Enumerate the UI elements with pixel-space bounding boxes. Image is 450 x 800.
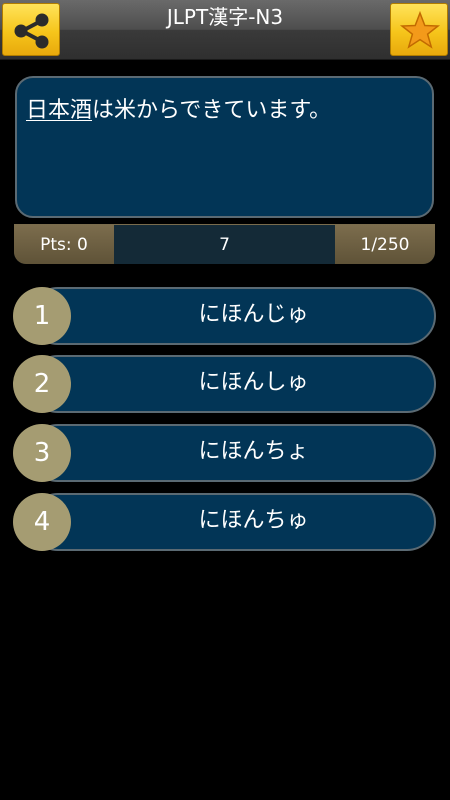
question-sentence: 日本酒は米からできています。 [26, 96, 331, 126]
current-count: 7 [114, 225, 335, 264]
answer-number: 2 [13, 355, 71, 413]
star-icon [399, 10, 441, 49]
answer-text: にほんちょ [198, 439, 309, 464]
answer-option-1[interactable]: 1 にほんじゅ [13, 287, 436, 345]
progress-label: 1/250 [335, 225, 435, 264]
answer-option-3[interactable]: 3 にほんちょ [13, 424, 436, 482]
answer-number: 1 [13, 287, 71, 345]
points-label: Pts: 0 [14, 225, 114, 264]
app-header: JLPT漢字-N3 [0, 0, 450, 60]
status-bar: Pts: 0 7 1/250 [14, 224, 435, 264]
share-icon [14, 13, 49, 49]
answer-text: にほんしゅ [198, 370, 309, 395]
question-kanji: 日本酒 [26, 98, 93, 123]
answer-number: 4 [13, 493, 71, 551]
quiz-screen: JLPT漢字-N3 日本酒は米からできています。 Pts: 0 7 1/250 … [0, 0, 450, 800]
favorite-button[interactable] [390, 3, 448, 56]
answer-number: 3 [13, 424, 71, 482]
answer-option-2[interactable]: 2 にほんしゅ [13, 355, 436, 413]
app-title: JLPT漢字-N3 [166, 5, 284, 29]
share-button[interactable] [2, 3, 60, 56]
question-card: 日本酒は米からできています。 [15, 76, 434, 218]
answer-text: にほんちゅ [198, 508, 309, 533]
answer-text: にほんじゅ [198, 302, 309, 327]
question-rest: は米からできています。 [92, 98, 332, 123]
answer-option-4[interactable]: 4 にほんちゅ [13, 493, 436, 551]
